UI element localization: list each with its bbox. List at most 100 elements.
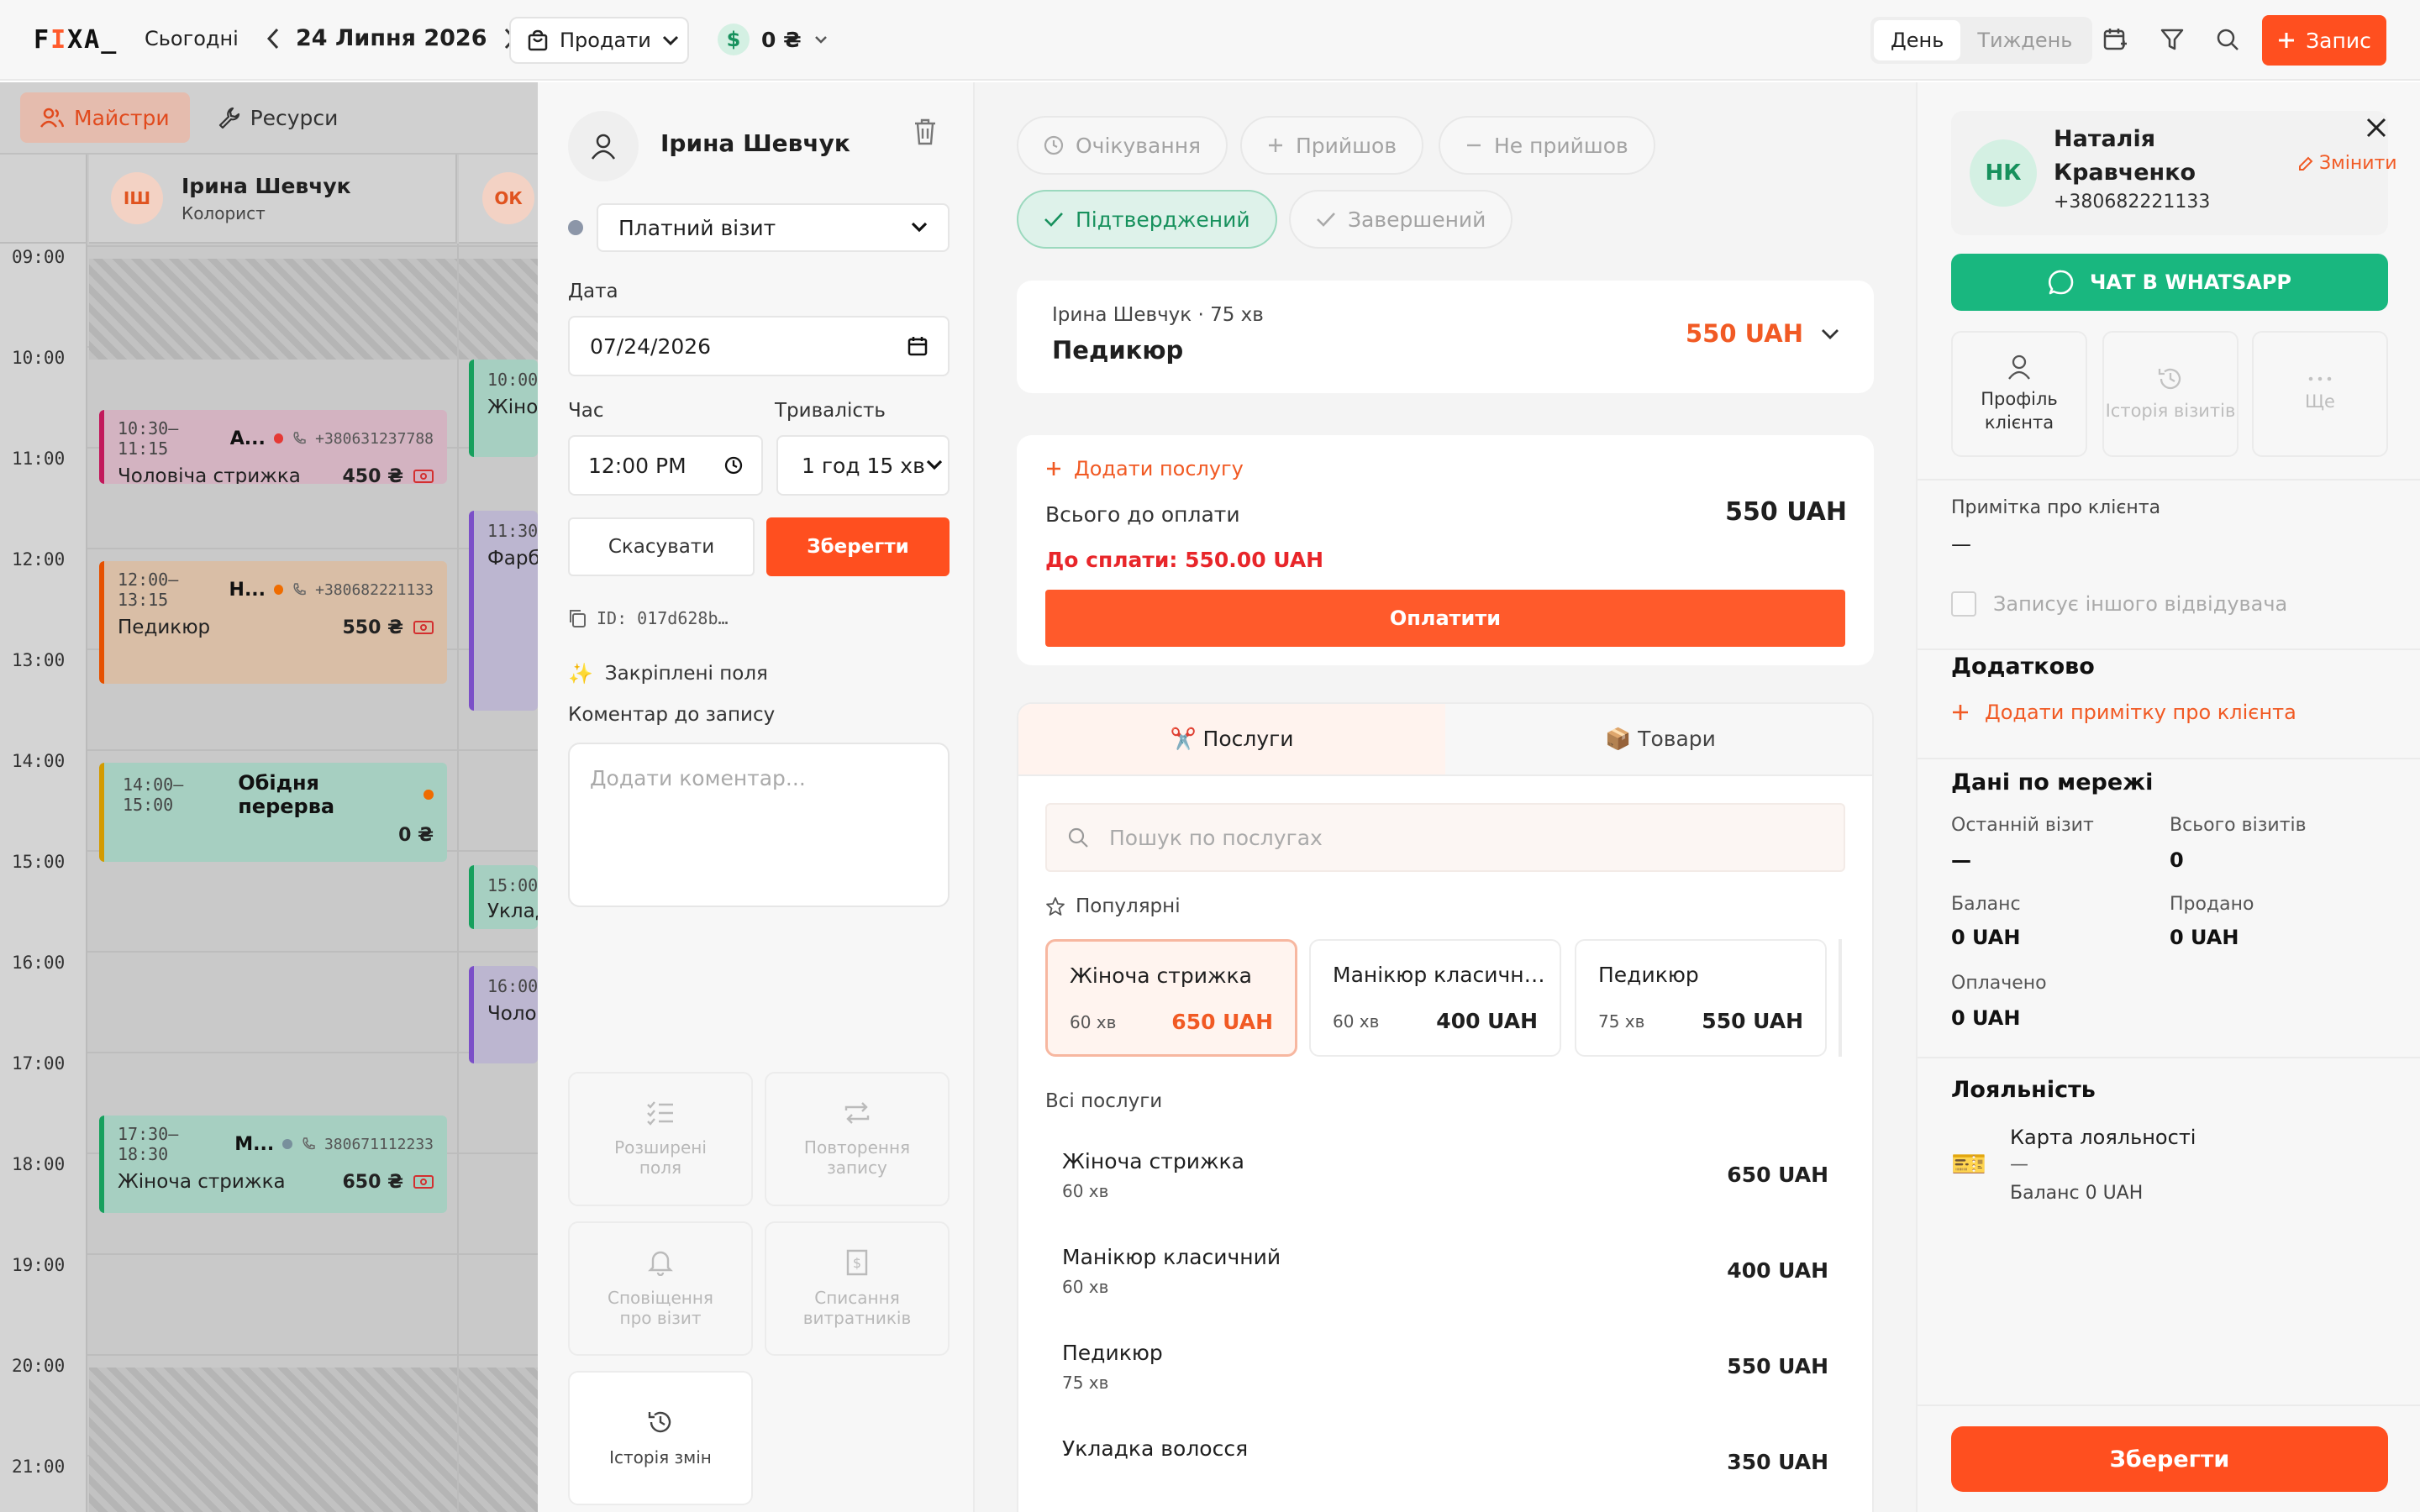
service-search-input[interactable]: Пошук по послугах <box>1045 803 1845 872</box>
break-card[interactable]: 14:00–15:00 Обідня перерва 0 ₴ <box>99 763 447 862</box>
event-price: 550 ₴ <box>342 617 404 638</box>
minus-icon <box>1465 137 1482 154</box>
tab-goods[interactable]: 📦 Товари <box>1445 704 1872 776</box>
appointment-card[interactable]: 15:00 Уклад <box>469 865 538 929</box>
client-profile-button[interactable]: Профіль клієнта <box>1951 331 2087 457</box>
event-phone: +380682221133 <box>315 580 434 599</box>
today-button[interactable]: Сьогодні <box>145 27 239 50</box>
status-arrived[interactable]: Прийшов <box>1240 116 1424 175</box>
resource-header[interactable]: ІШ Ірина Шевчук Колорист <box>89 155 457 244</box>
chevron-down-icon <box>813 34 829 45</box>
status-arrived-label: Прийшов <box>1296 133 1397 158</box>
event-phone: +380631237788 <box>315 429 434 448</box>
visit-history-button[interactable]: Історія візитів <box>2102 331 2238 457</box>
date-field[interactable]: 07/24/2026 <box>568 316 950 376</box>
add-client-note-button[interactable]: Додати примітку про клієнта <box>1951 701 2296 724</box>
tab-resources[interactable]: Ресурси <box>198 92 359 143</box>
change-history-button[interactable]: Історія змін <box>568 1371 753 1505</box>
search-icon[interactable] <box>2215 27 2240 52</box>
other-visitor-checkbox[interactable]: Записує іншого відвідувача <box>1951 591 2287 617</box>
add-service-button[interactable]: Додати послугу <box>1045 457 1244 480</box>
service-row[interactable]: Жіноча стрижка 60 хв 650 UAH <box>1045 1134 1845 1218</box>
tile-label: про візит <box>619 1308 702 1328</box>
save-client-button[interactable]: Зберегти <box>1951 1426 2388 1492</box>
chevron-down-icon[interactable] <box>1820 328 1840 341</box>
visit-type-select[interactable]: Платний візит <box>597 203 950 252</box>
status-confirmed[interactable]: Підтверджений <box>1017 190 1277 249</box>
current-date[interactable]: 24 Липня 2026 <box>296 25 487 51</box>
service-row[interactable]: Укладка волосся 350 UAH <box>1045 1421 1845 1505</box>
repeat-booking-button[interactable]: Повторення запису <box>765 1072 950 1206</box>
chevron-down-icon <box>926 459 943 471</box>
event-color-bar <box>469 360 474 457</box>
more-button[interactable]: Ще <box>2252 331 2388 457</box>
trash-icon[interactable] <box>913 118 938 146</box>
time-field[interactable]: 12:00 PM <box>568 435 763 496</box>
tile-label: Розширені <box>614 1137 707 1158</box>
edit-client-button[interactable]: Змінити <box>2297 153 2397 174</box>
cancel-button[interactable]: Скасувати <box>568 517 755 576</box>
popular-service-card[interactable]: Манікюр класичн… 60 хв 400 UAH <box>1309 939 1561 1057</box>
loyalty-card-name[interactable]: Карта лояльності <box>2010 1126 2196 1149</box>
visit-id[interactable]: ID: 017d628b… <box>568 608 729 628</box>
checkbox[interactable] <box>1951 591 1976 617</box>
popular-service-card[interactable]: Жіноча стрижка 60 хв 650 UAH <box>1045 939 1297 1057</box>
chevron-left-icon[interactable] <box>266 27 281 50</box>
loyalty-section-title: Лояльність <box>1951 1077 2096 1103</box>
hour-label: 21:00 <box>12 1457 66 1477</box>
save-button[interactable]: Зберегти <box>766 517 950 576</box>
avatar: ІШ <box>111 172 163 224</box>
appointment-card[interactable]: 12:00–13:15 Н... +380682221133 Педикюр 5… <box>99 561 447 684</box>
service-duration: 60 хв <box>1062 1277 1109 1297</box>
calendar-icon[interactable] <box>908 336 928 356</box>
service-line-price: 550 UAH <box>1686 319 1804 348</box>
visit-notification-button[interactable]: Сповіщення про візит <box>568 1221 753 1356</box>
service-row[interactable]: Педикюр 75 хв 550 UAH <box>1045 1326 1845 1410</box>
service-line-card[interactable]: Ірина Шевчук · 75 хв Педикюр 550 UAH <box>1017 281 1874 393</box>
hour-gridline <box>87 749 538 751</box>
new-booking-button[interactable]: Запис <box>2262 15 2386 66</box>
popular-header: Популярні <box>1045 895 1181 917</box>
calendar-add-icon[interactable] <box>2102 27 2128 52</box>
loyalty-balance: Баланс 0 UAH <box>2010 1183 2144 1204</box>
clock-icon[interactable] <box>724 456 743 475</box>
view-day-button[interactable]: День <box>1874 20 1961 60</box>
view-week-button[interactable]: Тиждень <box>1960 20 2089 60</box>
status-no-show-label: Не прийшов <box>1494 133 1628 158</box>
comment-textarea[interactable]: Додати коментар... <box>568 743 950 907</box>
appointment-card[interactable]: 10:30–11:15 А... +380631237788 Чоловіча … <box>99 410 447 484</box>
extended-fields-button[interactable]: Розширені поля <box>568 1072 753 1206</box>
service-row[interactable]: Манікюр класичний 60 хв 400 UAH <box>1045 1230 1845 1314</box>
app-logo[interactable]: FIXA_ <box>34 25 118 55</box>
ticket-icon: 🎫 <box>1951 1147 1987 1181</box>
pinned-fields[interactable]: ✨ Закріплені поля <box>568 662 768 685</box>
status-waiting[interactable]: Очікування <box>1017 116 1228 175</box>
close-icon[interactable] <box>2365 116 2388 139</box>
service-price: 350 UAH <box>1727 1450 1828 1474</box>
status-no-show[interactable]: Не прийшов <box>1439 116 1655 175</box>
amount-due: До сплати: 550.00 UAH <box>1045 548 1324 572</box>
tab-services[interactable]: ✂️ Послуги <box>1018 704 1445 776</box>
pay-button[interactable]: Оплатити <box>1045 590 1845 647</box>
other-visitor-label: Записує іншого відвідувача <box>1993 592 2288 616</box>
event-client: М... <box>234 1133 275 1155</box>
appointment-card[interactable]: 16:00 Чолов <box>469 966 538 1063</box>
appointment-card[interactable]: 17:30–18:30 М... 380671112233 Жіноча стр… <box>99 1116 447 1213</box>
divider <box>1918 1404 2420 1406</box>
balance-dropdown[interactable]: $ 0 ₴ <box>718 24 829 55</box>
tab-resources-label: Ресурси <box>250 105 339 130</box>
sell-dropdown[interactable]: Продати <box>509 17 689 64</box>
filter-icon[interactable] <box>2160 27 2185 52</box>
status-completed[interactable]: Завершений <box>1289 190 1513 249</box>
appointment-card[interactable]: 11:30 Фарб <box>469 511 538 711</box>
user-icon <box>589 132 618 160</box>
consumables-writeoff-button[interactable]: $ Списання витратників <box>765 1221 950 1356</box>
popular-service-card[interactable]: Педикюр 75 хв 550 UAH <box>1575 939 1827 1057</box>
whatsapp-chat-button[interactable]: ЧАТ В WHATSAPP <box>1951 254 2388 311</box>
resource-header[interactable]: ОК <box>459 155 538 244</box>
bell-icon <box>648 1249 673 1276</box>
tab-masters[interactable]: Майстри <box>20 92 190 143</box>
check-icon <box>1044 211 1064 228</box>
appointment-card[interactable]: 10:00 Жіно <box>469 360 538 457</box>
duration-select[interactable]: 1 год 15 хв <box>776 435 950 496</box>
